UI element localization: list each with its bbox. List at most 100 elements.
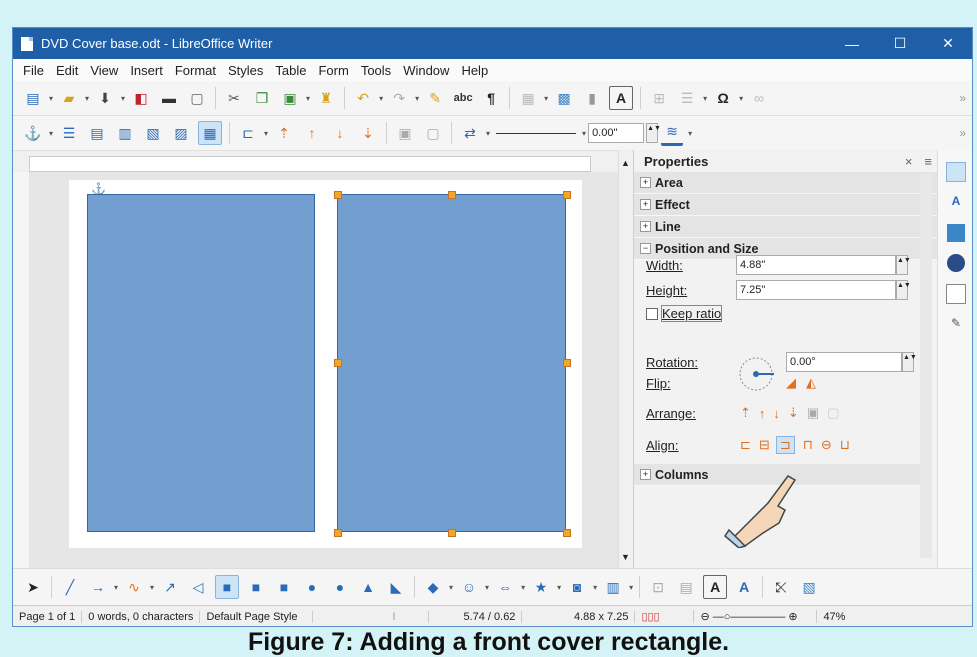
wrap-through-icon[interactable]: ▦ xyxy=(198,121,223,145)
height-spinner[interactable]: ▲▼ xyxy=(896,280,911,300)
selection-handle[interactable] xyxy=(448,191,456,199)
scroll-up-icon[interactable]: ▲ xyxy=(621,158,630,168)
rectangle-tool-icon[interactable]: ■ xyxy=(215,575,240,599)
align-top-icon[interactable]: ⊓ xyxy=(803,437,813,453)
print-icon[interactable]: ▬ xyxy=(158,87,180,109)
insert-mode-icon[interactable]: I xyxy=(386,610,430,623)
to-background-icon[interactable]: ▢ xyxy=(422,122,444,144)
callouts-icon[interactable]: ◙ xyxy=(566,576,588,598)
align-bottom-icon[interactable]: ⊔ xyxy=(840,437,850,453)
insert-comment-icon[interactable]: ☰ xyxy=(676,87,698,109)
selection-handle[interactable] xyxy=(334,191,342,199)
align-objects-icon[interactable]: ⊏ xyxy=(237,122,259,144)
menu-view[interactable]: View xyxy=(90,63,118,78)
selection-handle[interactable] xyxy=(563,359,571,367)
send-to-back-icon[interactable]: ⇣ xyxy=(357,122,379,144)
wrap-left-icon[interactable]: ▧ xyxy=(142,122,164,144)
page-count[interactable]: Page 1 of 1 xyxy=(13,610,83,623)
zoom-slider[interactable]: ⊖ —○————— ⊕ xyxy=(694,610,818,623)
width-field[interactable]: 4.88" xyxy=(736,255,896,275)
to-foreground-icon[interactable]: ▣ xyxy=(807,405,819,421)
sidebar-scrollbar[interactable] xyxy=(920,174,932,558)
vertical-ruler[interactable] xyxy=(13,172,30,568)
view-layout-icon[interactable]: ▯▯▯ xyxy=(635,610,695,623)
new-document-icon[interactable]: ▤ xyxy=(22,87,44,109)
width-spinner[interactable]: ▲▼ xyxy=(896,255,911,275)
square-icon[interactable]: ■ xyxy=(273,576,295,598)
rotation-spinner[interactable]: ▲▼ xyxy=(902,352,917,372)
flip-horizontal-icon[interactable]: ◭ xyxy=(806,375,816,391)
menu-edit[interactable]: Edit xyxy=(56,63,78,78)
bring-to-front-icon[interactable]: ⇡ xyxy=(273,122,295,144)
horizontal-ruler[interactable] xyxy=(29,156,591,172)
page-tab-icon[interactable] xyxy=(946,284,966,304)
minimize-button[interactable]: — xyxy=(828,36,876,52)
to-foreground-icon[interactable]: ▣ xyxy=(394,122,416,144)
shadow-icon[interactable]: ▧ xyxy=(798,576,820,598)
page-style[interactable]: Default Page Style xyxy=(200,610,314,623)
menu-window[interactable]: Window xyxy=(403,63,449,78)
styles-tab-icon[interactable]: A xyxy=(947,194,965,212)
insert-field-icon[interactable]: ⊞ xyxy=(648,87,670,109)
undo-icon[interactable]: ↶ xyxy=(352,87,374,109)
scroll-down-icon[interactable]: ▼ xyxy=(621,552,630,562)
fontwork-gallery-icon[interactable]: A xyxy=(733,576,755,598)
keep-ratio-label[interactable]: Keep ratio xyxy=(661,305,723,322)
spacing-spinner[interactable]: ▲▼ xyxy=(646,123,661,143)
height-field[interactable]: 7.25" xyxy=(736,280,896,300)
align-middle-icon[interactable]: ⊖ xyxy=(821,437,832,453)
to-background-icon[interactable]: ▢ xyxy=(827,405,839,421)
rotation-field[interactable]: 0.00° xyxy=(786,352,902,372)
hyperlink-icon[interactable]: ∞ xyxy=(748,87,770,109)
align-left-icon[interactable]: ⊏ xyxy=(740,437,751,453)
document-page[interactable]: ⚓ xyxy=(69,180,582,548)
forward-one-icon[interactable]: ↑ xyxy=(301,122,323,144)
manage-changes-tab-icon[interactable]: ✎ xyxy=(947,316,965,334)
arrow-line-icon[interactable]: → xyxy=(87,576,109,598)
section-effect[interactable]: + Effect xyxy=(634,194,938,216)
flowchart-icon[interactable]: ▥ xyxy=(602,576,624,598)
text-box-icon[interactable]: ▤ xyxy=(675,576,697,598)
selection-handle[interactable] xyxy=(334,359,342,367)
right-triangle-icon[interactable]: ◣ xyxy=(385,576,407,598)
keep-ratio-checkbox[interactable] xyxy=(646,307,658,320)
insert-chart-icon[interactable]: ▮ xyxy=(581,87,603,109)
menu-table[interactable]: Table xyxy=(275,63,306,78)
section-line[interactable]: + Line xyxy=(634,216,938,238)
find-replace-icon[interactable]: ✎ xyxy=(424,87,446,109)
polygon-icon[interactable]: ◁ xyxy=(187,576,209,598)
export-pdf-icon[interactable]: ◧ xyxy=(130,87,152,109)
circle-icon[interactable]: ● xyxy=(301,576,323,598)
fontwork-text-icon[interactable]: A xyxy=(703,575,728,599)
maximize-button[interactable]: ☐ xyxy=(876,35,924,52)
backward-one-icon[interactable]: ↓ xyxy=(773,406,780,421)
backward-one-icon[interactable]: ↓ xyxy=(329,122,351,144)
ellipse-icon[interactable]: ● xyxy=(329,576,351,598)
bring-to-front-icon[interactable]: ⇡ xyxy=(740,405,751,421)
selection-handle[interactable] xyxy=(448,529,456,537)
wrap-off-icon[interactable]: ☰ xyxy=(58,122,80,144)
block-arrows-icon[interactable]: ⇔ xyxy=(494,576,516,598)
menu-styles[interactable]: Styles xyxy=(228,63,263,78)
insert-table-icon[interactable]: ▦ xyxy=(517,87,539,109)
save-icon[interactable]: ⬇ xyxy=(94,87,116,109)
gallery-tab-icon[interactable] xyxy=(947,224,965,242)
menu-insert[interactable]: Insert xyxy=(130,63,163,78)
wrap-right-icon[interactable]: ▨ xyxy=(170,122,192,144)
line-style-line[interactable] xyxy=(496,132,577,134)
connector-icon[interactable]: ↗ xyxy=(159,576,181,598)
section-area[interactable]: + Area xyxy=(634,172,938,194)
spelling-icon[interactable]: abc xyxy=(452,87,474,109)
special-character-icon[interactable]: Ω xyxy=(712,87,734,109)
front-cover-rectangle[interactable] xyxy=(337,194,566,532)
optimal-wrap-icon[interactable]: ▥ xyxy=(114,122,136,144)
select-arrow-icon[interactable]: ➤ xyxy=(22,576,44,598)
basic-shapes-icon[interactable]: ◆ xyxy=(422,576,444,598)
stars-icon[interactable]: ★ xyxy=(530,576,552,598)
back-cover-rectangle[interactable] xyxy=(87,194,315,532)
insert-image-icon[interactable]: ▩ xyxy=(553,87,575,109)
symbol-shapes-icon[interactable]: ☺ xyxy=(458,576,480,598)
send-to-back-icon[interactable]: ⇣ xyxy=(788,405,799,421)
close-icon[interactable]: × xyxy=(905,154,913,169)
selection-handle[interactable] xyxy=(563,529,571,537)
